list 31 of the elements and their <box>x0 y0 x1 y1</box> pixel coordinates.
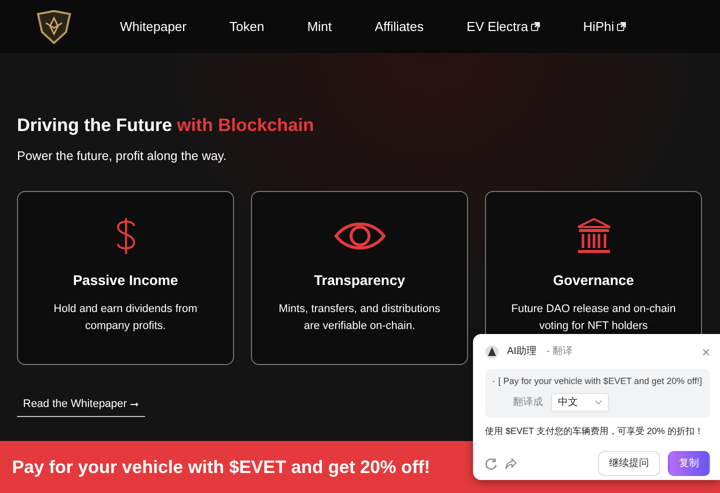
refresh-icon[interactable] <box>485 458 497 470</box>
promo-text: Pay for your vehicle with $EVET and get 20% off! <box>12 456 430 479</box>
translation-text: 使用 $EVET 支付您的车辆费用，可享受 20% 的折扣！ <box>485 424 704 438</box>
feature-title: Governance <box>553 271 634 290</box>
bank-icon <box>576 217 612 256</box>
share-icon[interactable] <box>505 458 517 470</box>
target-label: 翻译成 <box>513 396 543 410</box>
nav-link[interactable]: HiPhi <box>583 16 626 36</box>
feature-text: Hold and earn dividends from company profits. <box>52 302 198 334</box>
nav-link[interactable]: Mint <box>307 16 332 36</box>
nav-link[interactable]: Token <box>229 16 264 36</box>
close-button[interactable]: × <box>702 344 710 358</box>
source-text: [ Pay for your vehicle with $EVET and get 20% off!] <box>498 375 702 388</box>
hero-title: Driving the Future with Blockchain <box>17 115 316 137</box>
chevron-down-icon <box>595 400 602 404</box>
feature-text: Future DAO release and on-chain voting for NFT holders <box>510 302 677 334</box>
feature-title: Passive Income <box>72 271 178 290</box>
copy-button[interactable]: 复制 <box>668 451 710 476</box>
feature-text: Mints, transfers, and distributions are verifiable on-chain. <box>278 302 442 334</box>
assistant-avatar-icon <box>485 344 499 358</box>
feature-title: Transparency <box>314 271 406 290</box>
nav-link[interactable]: EV Electra <box>466 16 540 36</box>
nav-link[interactable]: Whitepaper <box>120 16 186 36</box>
popup-mode: - 翻译 <box>546 344 573 359</box>
ask-button[interactable]: 继续提问 <box>598 451 660 476</box>
shield-logo-icon[interactable] <box>36 10 72 44</box>
nav-link[interactable]: Affiliates <box>374 16 424 36</box>
popup-title: AI助理 <box>507 344 536 359</box>
hero-subtitle: Power the future, profit along the way. <box>17 148 228 165</box>
language-select[interactable]: 中文 <box>551 392 609 412</box>
whitepaper-link[interactable]: Read the Whitepaper ⭢ <box>17 396 146 417</box>
